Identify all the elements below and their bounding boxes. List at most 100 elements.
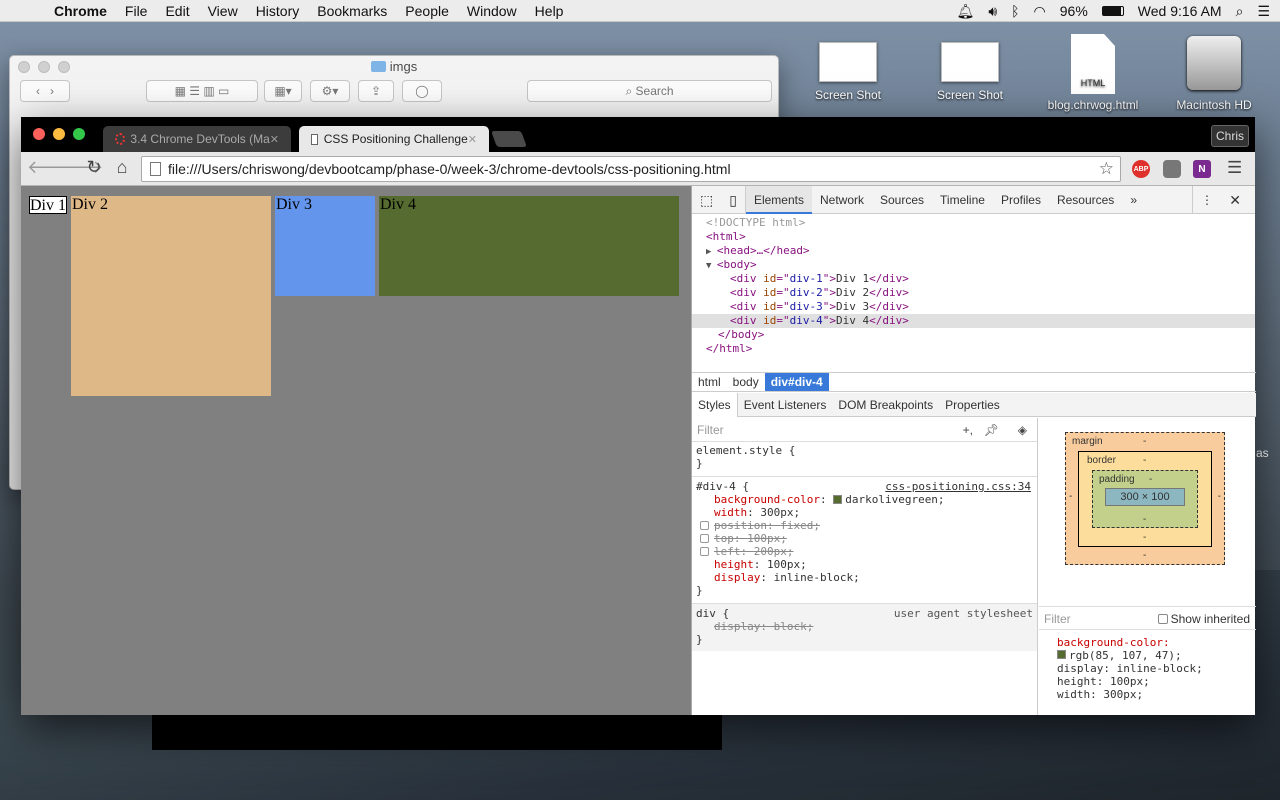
color-swatch[interactable]: [1057, 650, 1066, 659]
color-format-icon[interactable]: ◈: [1018, 418, 1027, 442]
close-tab-icon[interactable]: ✕: [270, 133, 279, 146]
desktop-icon-html-file[interactable]: HTML blog.chrwog.html: [1043, 34, 1143, 112]
css-property-display[interactable]: display: inline-block;: [696, 571, 1037, 584]
menu-help[interactable]: Help: [535, 3, 564, 19]
property-name[interactable]: display: [714, 571, 760, 584]
computed-bg-value[interactable]: rgb(85, 107, 47);: [1057, 649, 1203, 662]
volume-icon[interactable]: 🔊︎: [988, 3, 997, 20]
property-name[interactable]: height: [714, 558, 754, 571]
property-value[interactable]: 200px;: [754, 545, 794, 558]
computed-bg-name[interactable]: background-color:: [1057, 636, 1203, 649]
property-name[interactable]: top: [714, 532, 734, 545]
div-2[interactable]: Div 2: [71, 196, 271, 396]
bookmark-star-icon[interactable]: ☆: [1099, 159, 1114, 179]
zoom-window-button[interactable]: [73, 128, 85, 140]
home-icon[interactable]: ⌂: [111, 157, 133, 178]
back-arrow-icon[interactable]: 🡐: [27, 157, 75, 178]
menu-view[interactable]: View: [208, 3, 238, 19]
dom-line-body[interactable]: ▼ <body>: [692, 258, 1255, 272]
devtools-close-icon[interactable]: ✕: [1221, 186, 1249, 214]
ua-display-prop[interactable]: display: block;: [696, 620, 1037, 633]
computed-width[interactable]: width: 300px;: [1057, 688, 1203, 701]
element-style-selector[interactable]: element.style {: [696, 444, 1037, 457]
menu-people[interactable]: People: [405, 3, 449, 19]
desktop-icon-macintosh-hd[interactable]: Macintosh HD: [1164, 34, 1264, 112]
adblock-plus-icon[interactable]: ABP: [1132, 160, 1150, 178]
property-value[interactable]: inline-block;: [774, 571, 860, 584]
css-property-top[interactable]: top: 100px;: [696, 532, 1037, 545]
color-swatch[interactable]: [833, 495, 843, 504]
wifi-icon[interactable]: ◠: [1034, 3, 1046, 20]
computed-filter-input[interactable]: Filter: [1044, 612, 1071, 626]
border-top-value[interactable]: -: [1143, 455, 1146, 466]
subtab-event-listeners[interactable]: Event Listeners: [738, 393, 833, 417]
show-inherited-toggle[interactable]: Show inherited: [1157, 607, 1250, 631]
property-name[interactable]: left: [714, 545, 741, 558]
dom-line-html-close[interactable]: </html>: [692, 342, 1255, 356]
padding-top-value[interactable]: -: [1149, 474, 1152, 485]
box-model-content[interactable]: 300 × 100: [1105, 488, 1185, 506]
minimize-window-button[interactable]: [53, 128, 65, 140]
menu-bookmarks[interactable]: Bookmarks: [317, 3, 387, 19]
div-1[interactable]: Div 1: [29, 196, 67, 214]
breadcrumb-body[interactable]: body: [727, 373, 765, 391]
css-property-position[interactable]: position: fixed;: [696, 519, 1037, 532]
pocket-icon[interactable]: [1163, 160, 1181, 178]
css-property-background-color[interactable]: background-color: darkolivegreen;: [696, 493, 1037, 506]
tab-network[interactable]: Network: [812, 186, 872, 214]
menu-app-name[interactable]: Chrome: [54, 3, 107, 19]
dom-line-head[interactable]: ▶ <head>…</head>: [692, 244, 1255, 258]
subtab-styles[interactable]: Styles: [692, 392, 738, 417]
finder-action-gear-icon[interactable]: ⚙▾: [310, 80, 350, 102]
property-toggle-checkbox[interactable]: [700, 521, 709, 530]
device-mode-icon[interactable]: ▯: [721, 185, 746, 214]
dom-line-body-close[interactable]: </body>: [692, 328, 1255, 342]
subtab-dom-breakpoints[interactable]: DOM Breakpoints: [832, 393, 939, 417]
margin-bottom-value[interactable]: -: [1143, 550, 1146, 561]
close-tab-icon[interactable]: ✕: [468, 133, 477, 146]
tab-devtools-guide[interactable]: 3.4 Chrome DevTools (Ma ✕: [103, 126, 291, 152]
finder-view-switcher[interactable]: ▦ ☰ ▥ ▭: [146, 80, 258, 102]
dom-line-doctype[interactable]: <!DOCTYPE html>: [692, 216, 1255, 230]
breadcrumb-html[interactable]: html: [692, 373, 727, 391]
finder-back-forward[interactable]: ‹ ›: [20, 80, 70, 102]
border-bottom-value[interactable]: -: [1143, 532, 1146, 543]
notification-bell-icon[interactable]: 🔔︎: [957, 3, 975, 20]
breadcrumb-div4[interactable]: div#div-4: [764, 373, 829, 391]
more-tabs-button[interactable]: »: [1122, 186, 1145, 214]
property-name[interactable]: width: [714, 506, 747, 519]
property-toggle-checkbox[interactable]: [700, 534, 709, 543]
margin-top-value[interactable]: -: [1143, 436, 1146, 447]
property-toggle-checkbox[interactable]: [700, 547, 709, 556]
tab-elements[interactable]: Elements: [745, 185, 812, 214]
property-value[interactable]: 300px;: [760, 506, 800, 519]
inspect-element-icon[interactable]: ⬚: [692, 186, 721, 214]
finder-arrange-button[interactable]: ▦▾: [264, 80, 302, 102]
bluetooth-icon[interactable]: ᛒ: [1011, 3, 1019, 19]
dom-line-div1[interactable]: <div id="div-1">Div 1</div>: [692, 272, 1255, 286]
div-3[interactable]: Div 3: [275, 196, 375, 296]
battery-percent[interactable]: 96%: [1060, 3, 1088, 19]
desktop-icon-screenshot-2[interactable]: Screen Shot: [920, 34, 1020, 102]
property-value[interactable]: 100px;: [747, 532, 787, 545]
computed-height[interactable]: height: 100px;: [1057, 675, 1203, 688]
property-name[interactable]: background-color: [714, 493, 820, 506]
tab-profiles[interactable]: Profiles: [993, 186, 1049, 214]
finder-search-input[interactable]: ⌕ Search: [527, 80, 772, 102]
collapse-triangle-icon[interactable]: ▼: [706, 261, 717, 271]
profile-button[interactable]: Chris: [1211, 125, 1249, 147]
padding-bottom-value[interactable]: -: [1143, 514, 1146, 525]
menu-edit[interactable]: Edit: [165, 3, 189, 19]
dom-line-div3[interactable]: <div id="div-3">Div 3</div>: [692, 300, 1255, 314]
property-value[interactable]: 100px;: [767, 558, 807, 571]
new-style-rule-icon[interactable]: +,: [963, 418, 973, 442]
pin-icon[interactable]: 📌︎: [984, 418, 999, 442]
expand-triangle-icon[interactable]: ▶: [706, 247, 717, 257]
margin-left-value[interactable]: -: [1069, 491, 1072, 502]
menu-file[interactable]: File: [125, 3, 148, 19]
subtab-properties[interactable]: Properties: [939, 393, 1006, 417]
property-name[interactable]: position: [714, 519, 767, 532]
computed-display[interactable]: display: inline-block;: [1057, 662, 1203, 675]
notification-center-icon[interactable]: ☰: [1257, 3, 1270, 20]
new-tab-button[interactable]: [491, 131, 527, 147]
